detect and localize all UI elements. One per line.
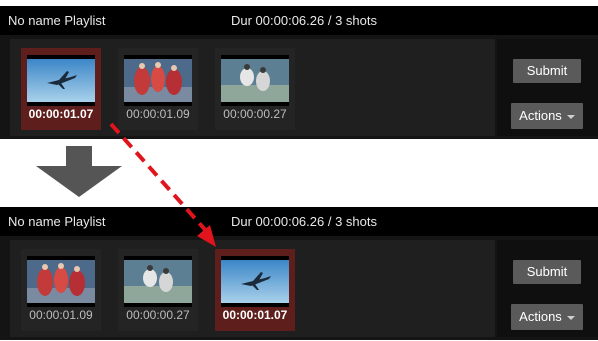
submit-button[interactable]: Submit: [513, 59, 581, 83]
figures-thumbnail: [124, 256, 192, 307]
shot-duration: 00:00:01.09: [126, 107, 190, 121]
caret-down-icon: [566, 315, 575, 320]
playlist-header: No name Playlist Dur 00:00:06.26 / 3 sho…: [0, 6, 598, 35]
playlist-panel-before: No name Playlist Dur 00:00:06.26 / 3 sho…: [0, 6, 598, 139]
actions-label: Actions: [519, 309, 562, 324]
shot-strip: 00:00:01.09 00:00:00.27 00:00:01.07: [10, 240, 495, 337]
shot-tile[interactable]: 00:00:01.07: [215, 249, 295, 331]
playlist-panel-after: No name Playlist Dur 00:00:06.26 / 3 sho…: [0, 207, 598, 340]
shot-duration: 00:00:01.09: [29, 308, 93, 322]
shot-tile[interactable]: 00:00:01.09: [21, 249, 101, 331]
plane-thumbnail: [27, 55, 95, 106]
shot-tile[interactable]: 00:00:01.07: [21, 48, 101, 130]
shot-duration: 00:00:01.07: [222, 308, 288, 322]
shot-tile[interactable]: 00:00:01.09: [118, 48, 198, 130]
actions-dropdown[interactable]: Actions: [511, 103, 583, 129]
plane-thumbnail: [221, 256, 289, 307]
actions-dropdown[interactable]: Actions: [511, 304, 583, 330]
playlist-duration: Dur 00:00:06.26 / 3 shots: [231, 214, 377, 229]
playlist-title: No name Playlist: [8, 13, 106, 28]
shot-strip: 00:00:01.07 00:00:01.09 00:00:00.27: [10, 39, 495, 136]
caret-down-icon: [566, 114, 575, 119]
figures-thumbnail: [221, 55, 289, 106]
dancers-thumbnail: [124, 55, 192, 106]
down-arrow-icon: [36, 146, 122, 197]
dancers-thumbnail: [27, 256, 95, 307]
action-column: Submit Actions: [497, 39, 598, 136]
action-column: Submit Actions: [497, 240, 598, 337]
submit-button[interactable]: Submit: [513, 260, 581, 284]
playlist-header: No name Playlist Dur 00:00:06.26 / 3 sho…: [0, 207, 598, 236]
playlist-duration: Dur 00:00:06.26 / 3 shots: [231, 13, 377, 28]
shot-tile[interactable]: 00:00:00.27: [118, 249, 198, 331]
playlist-title: No name Playlist: [8, 214, 106, 229]
shot-tile[interactable]: 00:00:00.27: [215, 48, 295, 130]
shot-duration: 00:00:01.07: [28, 107, 94, 121]
shot-duration: 00:00:00.27: [223, 107, 287, 121]
actions-label: Actions: [519, 108, 562, 123]
shot-duration: 00:00:00.27: [126, 308, 190, 322]
